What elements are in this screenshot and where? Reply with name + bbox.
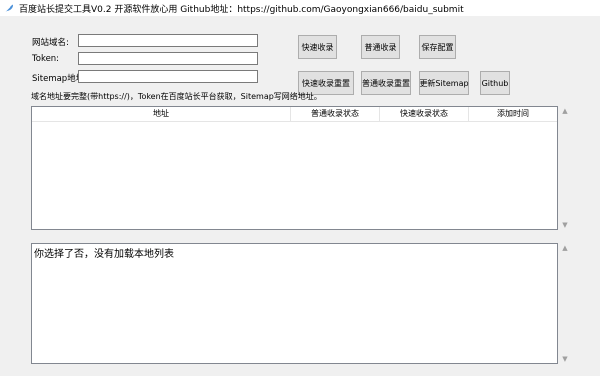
github-button[interactable]: Github xyxy=(480,71,510,95)
table-header: 地址 普通收录状态 快速收录状态 添加时间 xyxy=(32,107,557,122)
scroll-down-icon[interactable]: ▼ xyxy=(562,354,567,364)
save-config-button[interactable]: 保存配置 xyxy=(419,35,456,59)
title-bar: 百度站长提交工具V0.2 开源软件放心用 Github地址：https://gi… xyxy=(0,0,600,16)
log-scrollbar[interactable]: ▲ ▼ xyxy=(558,243,572,364)
scroll-down-icon[interactable]: ▼ xyxy=(562,220,567,230)
log-textarea[interactable]: 你选择了否，没有加载本地列表 xyxy=(31,243,558,364)
update-sitemap-button[interactable]: 更新Sitemap xyxy=(419,71,469,95)
fast-submit-button[interactable]: 快速收录 xyxy=(298,35,337,59)
feather-app-icon xyxy=(4,3,14,13)
scroll-up-icon[interactable]: ▲ xyxy=(562,243,567,253)
column-header-normal-status[interactable]: 普通收录状态 xyxy=(291,107,380,121)
domain-input[interactable] xyxy=(78,34,258,47)
hint-text: 域名地址要完整(带https://)，Token在百度站长平台获取，Sitema… xyxy=(31,92,322,101)
table-scrollbar[interactable]: ▲ ▼ xyxy=(558,106,572,230)
token-input[interactable] xyxy=(78,52,258,65)
column-header-url[interactable]: 地址 xyxy=(32,107,291,121)
domain-label: 网站域名: xyxy=(32,38,69,48)
window-title: 百度站长提交工具V0.2 开源软件放心用 Github地址：https://gi… xyxy=(19,4,464,15)
normal-submit-button[interactable]: 普通收录 xyxy=(361,35,400,59)
sitemap-input[interactable] xyxy=(78,70,258,83)
url-list-table[interactable]: 地址 普通收录状态 快速收录状态 添加时间 xyxy=(31,106,558,230)
scroll-up-icon[interactable]: ▲ xyxy=(562,106,567,116)
token-label: Token: xyxy=(32,54,60,64)
log-text: 你选择了否，没有加载本地列表 xyxy=(34,249,174,260)
column-header-add-time[interactable]: 添加时间 xyxy=(469,107,557,121)
normal-reset-button[interactable]: 普通收录重置 xyxy=(361,71,411,95)
column-header-fast-status[interactable]: 快速收录状态 xyxy=(380,107,469,121)
